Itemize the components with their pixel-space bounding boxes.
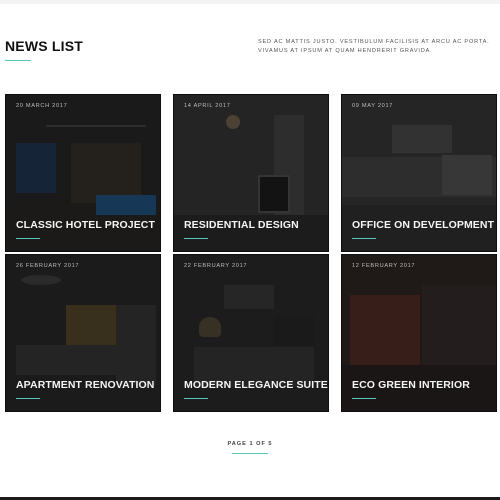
news-card-residential-design[interactable]: 14 APRIL 2017 RESIDENTIAL DESIGN [173, 94, 329, 252]
card-title[interactable]: OFFICE ON DEVELOPMENT [352, 219, 494, 231]
card-title-underline [352, 398, 376, 399]
card-title-underline [352, 238, 376, 239]
title-underline [5, 60, 31, 61]
card-date: 20 MARCH 2017 [16, 103, 68, 109]
card-title-underline [16, 238, 40, 239]
card-date: 12 FEBRUARY 2017 [352, 263, 416, 269]
card-title[interactable]: MODERN ELEGANCE SUITE [184, 379, 328, 391]
card-title[interactable]: ECO GREEN INTERIOR [352, 379, 470, 391]
card-title-underline [16, 398, 40, 399]
card-date: 22 FEBRUARY 2017 [184, 263, 248, 269]
card-title[interactable]: APARTMENT RENOVATION [16, 379, 155, 391]
news-card-office-development[interactable]: 09 MAY 2017 OFFICE ON DEVELOPMENT [341, 94, 497, 252]
card-title-underline [184, 238, 208, 239]
page-description: SED AC MATTIS JUSTO. VESTIBULUM FACILISI… [258, 39, 490, 54]
pagination-underline [232, 453, 268, 454]
top-bar [0, 0, 500, 4]
card-title-underline [184, 398, 208, 399]
card-title[interactable]: CLASSIC HOTEL PROJECT [16, 219, 155, 231]
card-date: 09 MAY 2017 [352, 103, 394, 109]
news-card-modern-elegance-suite[interactable]: 22 FEBRUARY 2017 MODERN ELEGANCE SUITE [173, 254, 329, 412]
card-title[interactable]: RESIDENTIAL DESIGN [184, 219, 299, 231]
card-date: 14 APRIL 2017 [184, 103, 231, 109]
pagination-label[interactable]: PAGE 1 OF 5 [0, 441, 500, 447]
card-date: 26 FEBRUARY 2017 [16, 263, 80, 269]
news-card-apartment-renovation[interactable]: 26 FEBRUARY 2017 APARTMENT RENOVATION [5, 254, 161, 412]
news-card-eco-green-interior[interactable]: 12 FEBRUARY 2017 ECO GREEN INTERIOR [341, 254, 497, 412]
news-card-classic-hotel[interactable]: 20 MARCH 2017 CLASSIC HOTEL PROJECT [5, 94, 161, 252]
page-title: NEWS LIST [5, 38, 84, 54]
